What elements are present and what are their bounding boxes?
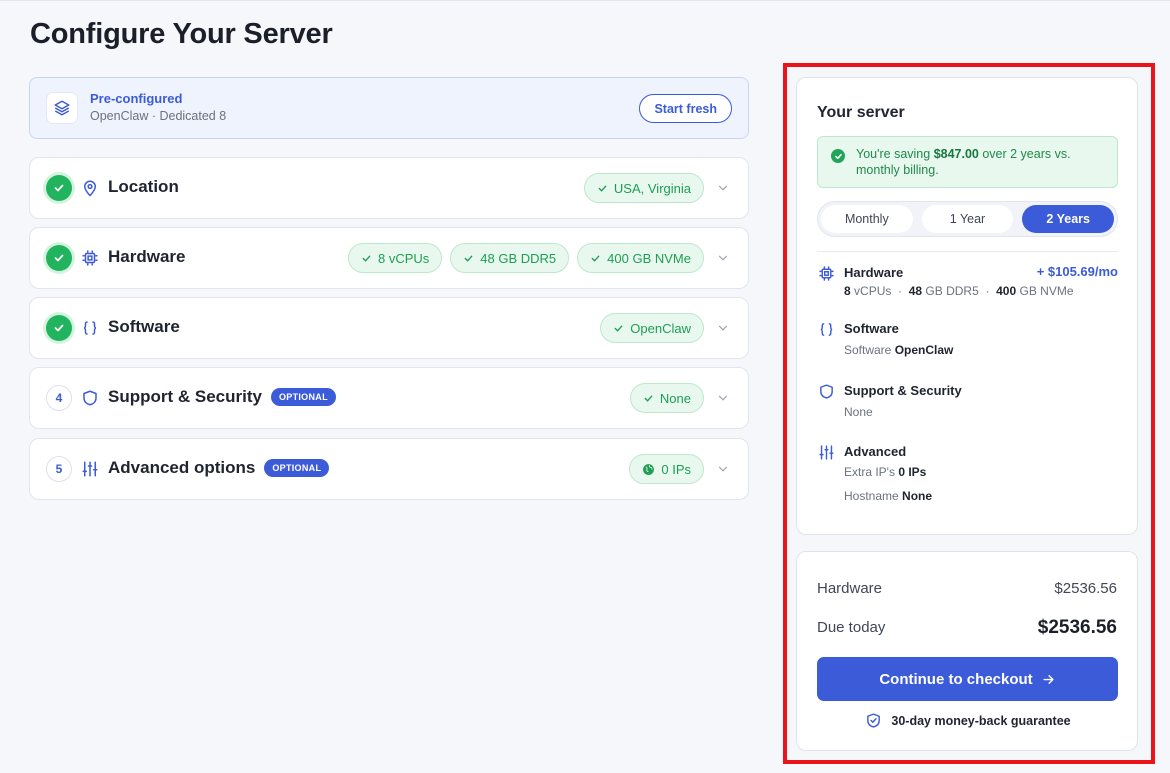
total-hardware-value: $2536.56 — [1054, 580, 1117, 597]
location-pin-icon — [80, 178, 100, 198]
hardware-price: + $105.69/mo — [1036, 264, 1118, 279]
step-location[interactable]: Location USA, Virginia — [29, 157, 749, 219]
sliders-icon — [80, 459, 100, 479]
check-circle-icon — [831, 149, 845, 163]
savings-notice: You're saving $847.00 over 2 years vs. m… — [817, 136, 1118, 188]
server-summary-card: Your server You're saving $847.00 over 2… — [796, 77, 1138, 535]
globe-icon — [643, 463, 655, 475]
selection-chip: 400 GB NVMe — [577, 243, 704, 273]
braces-icon — [817, 320, 835, 338]
billing-option-1-year[interactable]: 1 Year — [921, 205, 1014, 233]
step-number: 5 — [46, 456, 72, 482]
due-today-label: Due today — [817, 619, 886, 636]
optional-badge: OPTIONAL — [270, 388, 336, 406]
selection-chip: 48 GB DDR5 — [450, 243, 570, 273]
sliders-icon — [817, 443, 835, 461]
step-complete-check-icon — [46, 315, 72, 341]
preconfigured-banner: Pre-configured OpenClaw · Dedicated 8 St… — [29, 77, 749, 139]
preconfigured-title: Pre-configured — [90, 91, 183, 106]
selection-chip: None — [629, 383, 704, 413]
continue-to-checkout-button[interactable]: Continue to checkout — [817, 657, 1118, 701]
summary-title: Your server — [817, 104, 905, 121]
layers-icon — [46, 92, 78, 124]
due-today-value: $2536.56 — [1037, 617, 1117, 638]
braces-icon — [80, 318, 100, 338]
step-title: Software — [108, 317, 180, 336]
arrow-right-icon — [1043, 674, 1054, 684]
selection-chip: USA, Virginia — [583, 173, 704, 203]
selection-chip: 8 vCPUs — [348, 243, 443, 273]
step-title: Location — [108, 177, 179, 196]
advanced-ips: Extra IP's 0 IPs — [844, 465, 927, 479]
money-back-guarantee: 30-day money-back guarantee — [797, 712, 1139, 729]
chevron-down-icon[interactable] — [716, 181, 730, 195]
shield-check-icon — [867, 713, 881, 728]
step-advanced-options[interactable]: 5 Advanced options OPTIONAL 0 IPs — [29, 438, 749, 500]
step-title: Hardware — [108, 247, 186, 266]
support-detail: None — [844, 405, 873, 419]
optional-badge: OPTIONAL — [264, 459, 330, 477]
step-complete-check-icon — [46, 175, 72, 201]
cpu-chip-icon — [80, 248, 100, 268]
chevron-down-icon[interactable] — [716, 462, 730, 476]
selection-chip: OpenClaw — [600, 313, 704, 343]
billing-period-toggle: Monthly 1 Year 2 Years — [817, 201, 1118, 237]
step-support-security[interactable]: 4 Support & Security OPTIONAL None — [29, 367, 749, 429]
top-divider — [0, 0, 1170, 1]
totals-card: Hardware $2536.56 Due today $2536.56 Con… — [796, 551, 1138, 751]
hardware-specs: 8 vCPUs · 48 GB DDR5 · 400 GB NVMe — [844, 284, 1074, 298]
step-title: Support & Security OPTIONAL — [108, 387, 336, 407]
savings-text: You're saving $847.00 over 2 years vs. m… — [856, 147, 1071, 177]
start-fresh-button[interactable]: Start fresh — [639, 94, 732, 123]
cpu-chip-icon — [817, 264, 835, 282]
billing-option-monthly[interactable]: Monthly — [821, 205, 913, 233]
advanced-hostname: Hostname None — [844, 489, 933, 503]
total-hardware-label: Hardware — [817, 580, 883, 597]
selection-chip: 0 IPs — [629, 454, 704, 484]
step-software[interactable]: Software OpenClaw — [29, 297, 749, 359]
preconfigured-subtitle: OpenClaw · Dedicated 8 — [90, 109, 227, 123]
step-complete-check-icon — [46, 245, 72, 271]
step-hardware[interactable]: Hardware 8 vCPUs 48 GB DDR5 400 GB NVMe — [29, 227, 749, 289]
billing-option-2-years[interactable]: 2 Years — [1022, 205, 1115, 233]
chevron-down-icon[interactable] — [716, 321, 730, 335]
chevron-down-icon[interactable] — [716, 391, 730, 405]
page-title: Configure Your Server — [30, 18, 333, 50]
step-title: Advanced options OPTIONAL — [108, 458, 330, 478]
chevron-down-icon[interactable] — [716, 251, 730, 265]
software-detail: Software OpenClaw — [844, 343, 954, 357]
shield-icon — [80, 388, 100, 408]
step-number: 4 — [46, 385, 72, 411]
shield-icon — [817, 382, 835, 400]
divider — [817, 251, 1118, 252]
